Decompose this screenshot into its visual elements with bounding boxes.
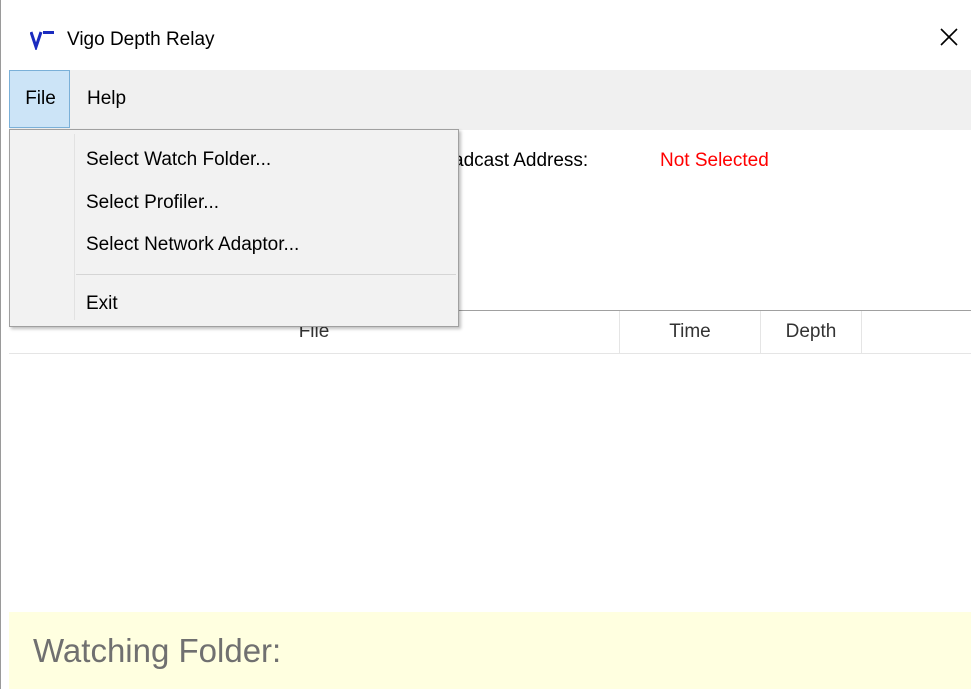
file-list[interactable]: File Time Depth: [9, 310, 971, 613]
close-icon: [940, 28, 958, 52]
vigo-logo-icon: [29, 30, 56, 52]
title-bar: Vigo Depth Relay: [1, 0, 971, 70]
column-header-depth[interactable]: Depth: [761, 311, 862, 353]
close-button[interactable]: [926, 20, 971, 60]
menu-item-select-watch-folder[interactable]: Select Watch Folder...: [86, 149, 271, 171]
column-header-time[interactable]: Time: [620, 311, 761, 353]
menu-item-select-profiler[interactable]: Select Profiler...: [86, 192, 219, 214]
menu-separator: [76, 274, 456, 275]
broadcast-address-label: adcast Address:: [453, 150, 589, 171]
menu-gutter: [74, 134, 75, 320]
broadcast-address-value: Not Selected: [660, 150, 769, 171]
window-title: Vigo Depth Relay: [67, 29, 215, 50]
watching-folder-status: Watching Folder:: [33, 632, 282, 669]
status-bar: Watching Folder:: [9, 612, 971, 689]
menu-file[interactable]: File: [9, 70, 70, 128]
menu-item-exit[interactable]: Exit: [86, 293, 118, 315]
menu-item-select-network-adaptor[interactable]: Select Network Adaptor...: [86, 234, 299, 256]
menu-bar: File Help: [9, 70, 971, 130]
app-window: Vigo Depth Relay File Help adcast Addres…: [0, 0, 971, 689]
menu-help[interactable]: Help: [87, 70, 126, 128]
file-menu-dropdown: Select Watch Folder... Select Profiler..…: [9, 129, 459, 327]
